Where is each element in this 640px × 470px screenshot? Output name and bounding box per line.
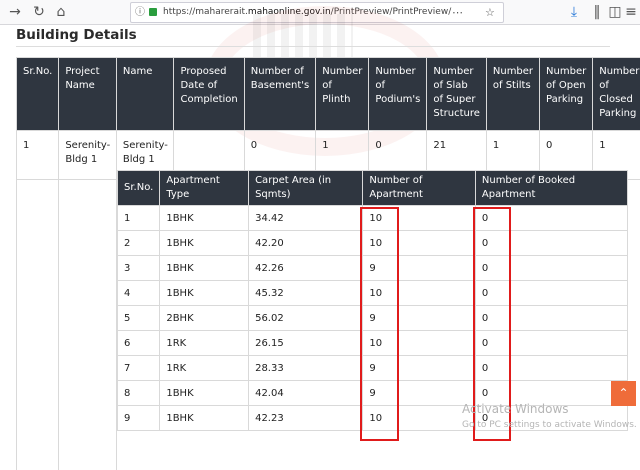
header-stilts: Number of Stilts — [486, 58, 539, 131]
header-apartment-type: Apartment Type — [160, 171, 249, 206]
cell-carpet-area: 34.42 — [249, 206, 363, 231]
header-podiums: Number of Podium's — [369, 58, 427, 131]
menu-icon[interactable]: ≡ — [622, 3, 640, 21]
cell-sr-no: 7 — [118, 356, 160, 381]
activate-windows-watermark: Activate Windows Go to PC settings to ac… — [462, 402, 637, 430]
cell-apartment-type: 1BHK — [160, 281, 249, 306]
cell-apartment-type: 1RK — [160, 331, 249, 356]
header-closed-parking: Number of Closed Parking — [593, 58, 640, 131]
cell-sr-no: 1 — [118, 206, 160, 231]
cell-sr-no: 4 — [118, 281, 160, 306]
cell-carpet-area: 42.04 — [249, 381, 363, 406]
cell-sr-no: 2 — [118, 231, 160, 256]
cell-apartment-type: 1BHK — [160, 256, 249, 281]
cell-apartment-type: 1BHK — [160, 381, 249, 406]
header-number-of-apartment: Number of Apartment — [363, 171, 476, 206]
cell-carpet-area: 56.02 — [249, 306, 363, 331]
download-icon[interactable]: ⤓ — [565, 3, 583, 21]
forward-icon[interactable]: → — [6, 3, 24, 21]
cell-apartment-type: 1BHK — [160, 231, 249, 256]
header-slab: Number of Slab of Super Structure — [427, 58, 487, 131]
cell-apartment-type: 1RK — [160, 356, 249, 381]
activate-subtitle: Go to PC settings to activate Windows. — [462, 420, 637, 430]
cell-apartment-type: 1BHK — [160, 406, 249, 431]
filler-cell — [17, 180, 59, 470]
cell-carpet-area: 42.23 — [249, 406, 363, 431]
header-booked-apartment: Number of Booked Apartment — [475, 171, 627, 206]
cell-apartment-type: 2BHK — [160, 306, 249, 331]
bookmark-star-icon[interactable]: ☆ — [485, 3, 495, 22]
header-sr-no: Sr.No. — [118, 171, 160, 206]
site-info-icon[interactable]: ⓘ — [135, 3, 145, 22]
header-open-parking: Number of Open Parking — [540, 58, 593, 131]
filler-cell — [59, 180, 117, 470]
cell-project-name: Serenity-Bldg 1 — [59, 131, 117, 180]
cell-sr-no: 3 — [118, 256, 160, 281]
cell-sr-no: 9 — [118, 406, 160, 431]
cell-sr-no: 1 — [17, 131, 59, 180]
scroll-top-icon: ⌃ — [618, 386, 628, 400]
header-sr-no: Sr.No. — [17, 58, 59, 131]
home-icon[interactable]: ⌂ — [52, 3, 70, 21]
section-heading: Building Details — [16, 27, 137, 43]
cell-carpet-area: 45.32 — [249, 281, 363, 306]
cell-sr-no: 6 — [118, 331, 160, 356]
header-carpet-area: Carpet Area (in Sqmts) — [249, 171, 363, 206]
cell-carpet-area: 42.20 — [249, 231, 363, 256]
page-actions-icon[interactable]: ⋯ — [452, 3, 463, 22]
header-name: Name — [116, 58, 174, 131]
header-plinth: Number of Plinth — [316, 58, 369, 131]
apartment-header-row: Sr.No. Apartment Type Carpet Area (in Sq… — [118, 171, 628, 206]
cell-carpet-area: 26.15 — [249, 331, 363, 356]
lock-icon — [149, 8, 157, 16]
header-basements: Number of Basement's — [244, 58, 315, 131]
activate-title: Activate Windows — [462, 402, 637, 416]
cell-sr-no: 8 — [118, 381, 160, 406]
highlight-number-of-apartment — [360, 207, 399, 441]
cell-apartment-type: 1BHK — [160, 206, 249, 231]
header-completion-date: Proposed Date of Completion — [174, 58, 244, 131]
reload-icon[interactable]: ↻ — [30, 3, 48, 21]
cell-sr-no: 5 — [118, 306, 160, 331]
building-header-row: Sr.No. Project Name Name Proposed Date o… — [17, 58, 640, 131]
cell-carpet-area: 42.26 — [249, 256, 363, 281]
header-project-name: Project Name — [59, 58, 117, 131]
cell-carpet-area: 28.33 — [249, 356, 363, 381]
library-icon[interactable]: ‖ — [588, 3, 606, 21]
heading-divider — [16, 46, 610, 47]
